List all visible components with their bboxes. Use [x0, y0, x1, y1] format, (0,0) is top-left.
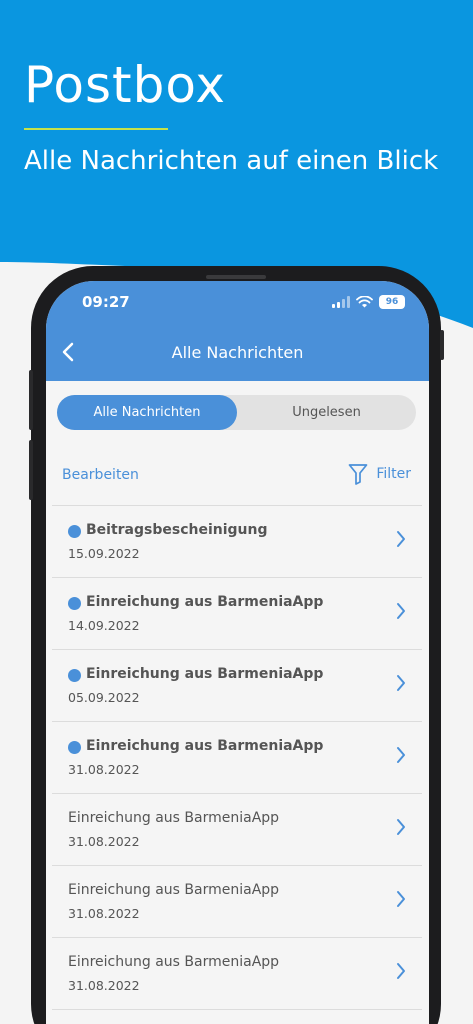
message-title: Beitragsbescheinigung: [86, 522, 268, 538]
message-row[interactable]: Beitragsbescheinigung 15.09.2022: [52, 506, 422, 578]
edit-button[interactable]: Bearbeiten: [62, 467, 139, 483]
message-date: 14.09.2022: [68, 618, 140, 633]
page-title: Alle Nachrichten: [171, 343, 304, 362]
message-date: 15.09.2022: [68, 546, 140, 561]
phone-side-button: [29, 440, 33, 500]
message-title: Einreichung aus BarmeniaApp: [86, 738, 324, 754]
chevron-right-icon: [397, 747, 405, 763]
message-row[interactable]: Einreichung aus BarmeniaApp 05.09.2022: [52, 650, 422, 722]
message-date: 31.08.2022: [68, 978, 140, 993]
phone-speaker: [206, 275, 266, 279]
filter-icon: [348, 464, 368, 485]
message-title: Einreichung aus BarmeniaApp: [86, 666, 324, 682]
message-title: Einreichung aus BarmeniaApp: [68, 954, 280, 970]
chevron-right-icon: [397, 891, 405, 907]
message-date: 31.08.2022: [68, 762, 140, 777]
status-icons: 96: [332, 295, 405, 309]
promo-title: Postbox: [24, 56, 226, 114]
message-date: 31.08.2022: [68, 834, 140, 849]
promo-title-underline: [24, 128, 168, 130]
app-bar: 09:27 96 Alle Nachrichten: [46, 281, 429, 381]
message-row[interactable]: Einreichung aus BarmeniaApp 14.09.2022: [52, 578, 422, 650]
chevron-right-icon: [397, 675, 405, 691]
phone-side-button: [29, 370, 33, 430]
chevron-right-icon: [397, 819, 405, 835]
phone-side-button: [440, 330, 444, 360]
message-title: Einreichung aus BarmeniaApp: [86, 594, 324, 610]
message-date: 31.08.2022: [68, 906, 140, 921]
phone-screen: 09:27 96 Alle Nachrichten Alle Nachricht…: [46, 281, 429, 1024]
segment-all-messages[interactable]: Alle Nachrichten: [57, 395, 237, 430]
message-row[interactable]: Einreichung aus BarmeniaApp 31.08.2022: [52, 794, 422, 866]
filter-button[interactable]: Filter: [348, 463, 411, 485]
message-row[interactable]: Einreichung aus BarmeniaApp 31.08.2022: [52, 866, 422, 938]
message-title: Einreichung aus BarmeniaApp: [68, 882, 280, 898]
message-title: Einreichung aus BarmeniaApp: [68, 810, 280, 826]
message-row[interactable]: Einreichung aus BarmeniaApp 31.08.2022: [52, 722, 422, 794]
battery-icon: 96: [379, 295, 405, 309]
unread-dot-icon: [68, 669, 81, 682]
wifi-icon: [356, 296, 373, 308]
chevron-right-icon: [397, 603, 405, 619]
message-list: Beitragsbescheinigung 15.09.2022 Einreic…: [52, 506, 422, 1010]
chevron-right-icon: [397, 963, 405, 979]
segment-unread[interactable]: Ungelesen: [237, 395, 416, 430]
status-time: 09:27: [82, 293, 130, 311]
chevron-right-icon: [397, 531, 405, 547]
filter-label: Filter: [376, 466, 411, 482]
unread-dot-icon: [68, 597, 81, 610]
unread-dot-icon: [68, 741, 81, 754]
segmented-control: Alle Nachrichten Ungelesen: [57, 395, 416, 430]
message-row[interactable]: Einreichung aus BarmeniaApp 31.08.2022: [52, 938, 422, 1010]
promo-subtitle: Alle Nachrichten auf einen Blick: [24, 146, 439, 176]
signal-icon: [332, 296, 350, 308]
message-date: 05.09.2022: [68, 690, 140, 705]
unread-dot-icon: [68, 525, 81, 538]
